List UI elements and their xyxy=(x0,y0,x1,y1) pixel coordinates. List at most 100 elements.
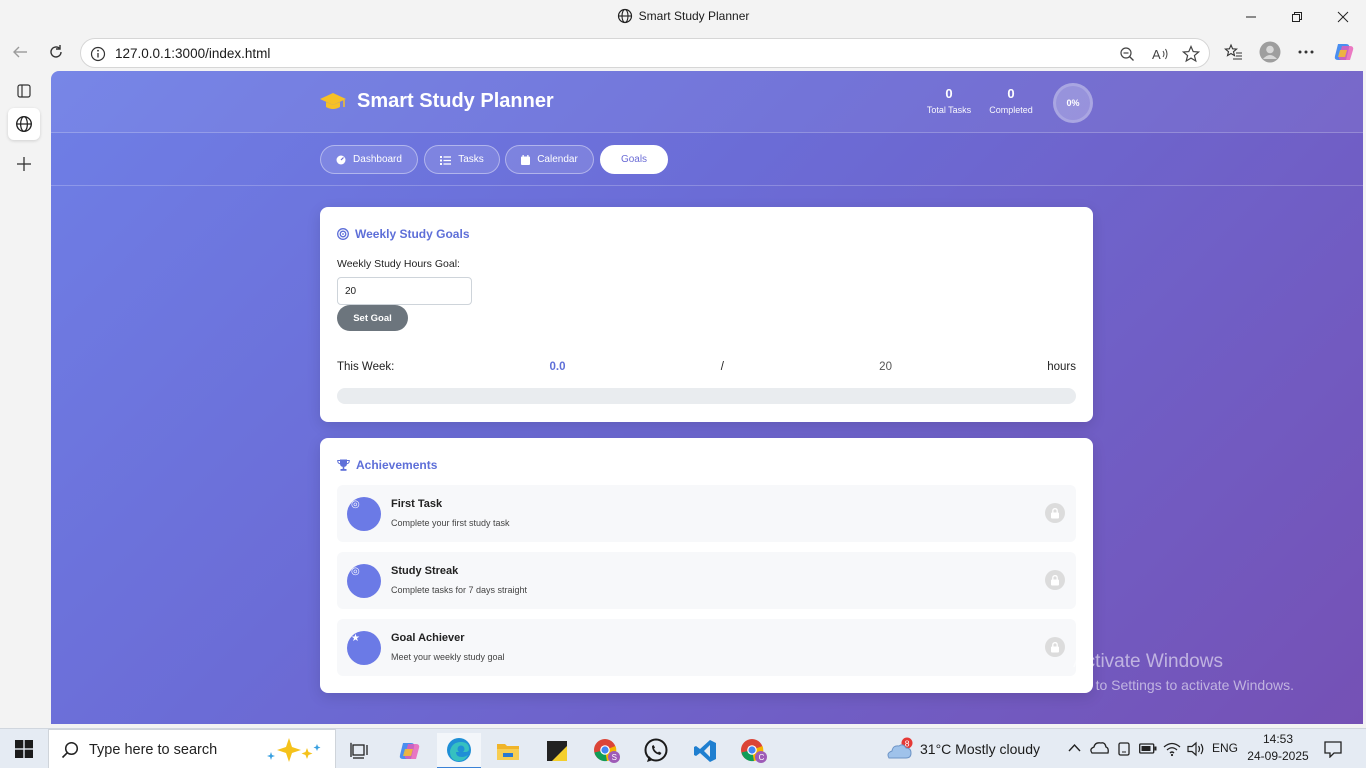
vscode-icon xyxy=(694,740,716,762)
refresh-icon xyxy=(50,45,62,58)
achievement-description: Complete your first study task xyxy=(391,518,510,528)
tab-dashboard[interactable]: Dashboard xyxy=(320,145,418,174)
favorite-star-icon[interactable] xyxy=(1182,45,1200,63)
taskbar-whatsapp[interactable] xyxy=(634,733,678,768)
minimize-button[interactable] xyxy=(1228,0,1274,33)
achievement-item: ◎ First Task Complete your first study t… xyxy=(337,485,1076,542)
taskbar-chrome-profile-s[interactable]: S xyxy=(585,733,629,768)
profile-avatar-icon xyxy=(1259,41,1281,63)
tab-goals[interactable]: Goals xyxy=(600,145,668,174)
search-icon xyxy=(61,741,79,759)
restore-button[interactable] xyxy=(1274,0,1320,33)
window-title: Smart Study Planner xyxy=(638,9,750,23)
start-button[interactable] xyxy=(2,731,46,767)
language-indicator[interactable]: ENG xyxy=(1212,741,1238,755)
volume-icon[interactable] xyxy=(1187,741,1205,757)
svg-text:C: C xyxy=(759,753,765,762)
windows-logo-icon xyxy=(15,740,33,758)
close-window-button[interactable] xyxy=(1320,0,1366,33)
new-tab-button[interactable] xyxy=(8,148,40,180)
back-arrow-icon xyxy=(13,46,27,58)
globe-icon xyxy=(16,116,32,132)
hours-done-value: 0.0 xyxy=(549,361,566,373)
total-tasks-value: 0 xyxy=(945,86,953,101)
taskbar-file-explorer[interactable] xyxy=(486,733,530,768)
copilot-button[interactable] xyxy=(1329,37,1359,67)
hours-target-value: 20 xyxy=(879,361,892,373)
close-icon xyxy=(1337,11,1349,22)
set-goal-button[interactable]: Set Goal xyxy=(337,305,408,331)
tab-goals-label: Goals xyxy=(620,154,648,165)
search-highlight-icon xyxy=(267,738,321,762)
lock-icon xyxy=(1045,637,1065,657)
tab-tasks-label: Tasks xyxy=(458,154,484,165)
trophy-icon xyxy=(337,459,350,471)
taskbar-search[interactable]: Type here to search xyxy=(48,729,336,768)
read-aloud-icon[interactable]: A xyxy=(1151,46,1169,62)
hours-unit: hours xyxy=(1047,361,1076,373)
tab-calendar-label: Calendar xyxy=(537,154,578,165)
taskbar-chrome-profile-c[interactable]: C xyxy=(732,733,776,768)
edge-browser-icon xyxy=(447,738,471,762)
tab-calendar[interactable]: Calendar xyxy=(505,145,594,174)
wifi-icon[interactable] xyxy=(1163,741,1181,757)
lock-icon xyxy=(1045,503,1065,523)
achievement-item: ★ Goal Achiever Meet your weekly study g… xyxy=(337,619,1076,676)
refresh-button[interactable] xyxy=(41,37,71,67)
favorites-button[interactable] xyxy=(1219,37,1249,67)
profile-button[interactable] xyxy=(1255,37,1285,67)
taskbar-vscode[interactable] xyxy=(683,733,727,768)
restore-icon xyxy=(1292,11,1302,22)
calendar-icon xyxy=(521,154,531,165)
address-bar[interactable]: 127.0.0.1:3000/index.html A xyxy=(80,38,1210,68)
copilot-icon xyxy=(1334,44,1354,60)
achievement-description: Meet your weekly study goal xyxy=(391,652,505,662)
sticky-notes-icon xyxy=(547,741,567,761)
folder-icon xyxy=(497,744,519,760)
task-view-button[interactable] xyxy=(338,733,382,768)
browser-toolbar: 127.0.0.1:3000/index.html A xyxy=(0,33,1366,71)
notification-icon[interactable] xyxy=(1324,740,1342,758)
tab-actions-button[interactable] xyxy=(8,75,40,107)
streak-icon: ◎ xyxy=(351,566,360,577)
clock-date: 24-09-2025 xyxy=(1247,749,1309,763)
taskbar: Type here to search S C 8 31°C Mostly cl… xyxy=(0,728,1366,768)
url-text[interactable]: 127.0.0.1:3000/index.html xyxy=(115,46,270,61)
taskbar-copilot[interactable] xyxy=(388,733,432,768)
gauge-icon xyxy=(336,155,346,164)
back-button[interactable] xyxy=(5,37,35,67)
brand: Smart Study Planner xyxy=(319,90,554,113)
copilot-icon xyxy=(399,743,420,759)
tab-dashboard-label: Dashboard xyxy=(353,154,402,165)
onedrive-cloud-icon[interactable] xyxy=(1089,741,1109,755)
clock[interactable]: 14:53 24-09-2025 xyxy=(1245,732,1311,763)
taskbar-edge[interactable] xyxy=(437,733,481,768)
tab-tasks[interactable]: Tasks xyxy=(424,145,500,174)
achievements-title: Achievements xyxy=(356,458,438,472)
weather-cloud-icon[interactable]: 8 xyxy=(885,737,915,761)
tab-actions-icon xyxy=(17,84,31,98)
weekly-goals-title: Weekly Study Goals xyxy=(355,227,470,241)
hours-goal-input[interactable] xyxy=(337,277,472,305)
more-dots-icon xyxy=(1298,50,1314,54)
taskbar-sticky-notes[interactable] xyxy=(535,733,579,768)
more-options-button[interactable] xyxy=(1291,37,1321,67)
this-week-summary: This Week: 0.0 / 20 hours xyxy=(337,361,1076,373)
achievements-card: Achievements ◎ First Task Complete your … xyxy=(320,438,1093,693)
chevron-up-icon[interactable] xyxy=(1068,743,1081,753)
app-header: Smart Study Planner 0 Total Tasks 0 Comp… xyxy=(51,71,1363,133)
achievement-name: Study Streak xyxy=(391,565,459,577)
search-placeholder: Type here to search xyxy=(89,742,218,758)
zoom-out-icon[interactable] xyxy=(1119,46,1135,62)
browser-tab-active[interactable] xyxy=(8,108,40,140)
battery-icon[interactable] xyxy=(1139,743,1157,754)
globe-icon xyxy=(617,8,632,24)
weekly-progress-bar xyxy=(337,388,1076,404)
total-tasks-label: Total Tasks xyxy=(926,105,972,115)
weather-text[interactable]: 31°C Mostly cloudy xyxy=(920,741,1040,757)
device-icon[interactable] xyxy=(1116,741,1132,757)
completed-label: Completed xyxy=(989,105,1033,115)
watermark-line1: Activate Windows xyxy=(1073,651,1223,672)
site-info-icon[interactable] xyxy=(90,46,106,62)
target-icon: ◎ xyxy=(351,499,360,510)
